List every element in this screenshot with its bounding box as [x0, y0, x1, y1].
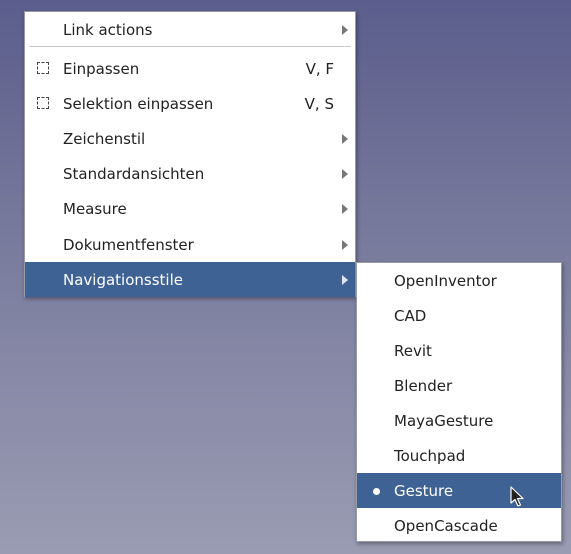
- submenu-item-mayagesture[interactable]: MayaGesture: [357, 403, 561, 438]
- submenu-item-label: OpenCascade: [394, 516, 498, 535]
- submenu-item-opencascade[interactable]: OpenCascade: [357, 508, 561, 543]
- submenu-arrow-icon: [342, 203, 348, 214]
- submenu-item-label: Touchpad: [394, 446, 466, 465]
- menu-item-label: Zeichenstil: [63, 129, 146, 148]
- menu-item-zeichenstil[interactable]: Zeichenstil: [25, 121, 355, 156]
- submenu-arrow-icon: [342, 239, 348, 250]
- menu-item-measure[interactable]: Measure: [25, 191, 355, 226]
- submenu-arrow-icon: [342, 133, 348, 144]
- submenu-item-touchpad[interactable]: Touchpad: [357, 438, 561, 473]
- submenu-item-label: OpenInventor: [394, 271, 497, 290]
- menu-item-navigationsstile[interactable]: Navigationsstile: [25, 262, 355, 297]
- submenu-item-label: CAD: [394, 306, 427, 325]
- submenu-item-blender[interactable]: Blender: [357, 368, 561, 403]
- submenu-item-revit[interactable]: Revit: [357, 333, 561, 368]
- navigation-style-submenu: OpenInventor CAD Revit Blender MayaGestu…: [356, 262, 562, 542]
- submenu-item-label: Gesture: [394, 481, 454, 500]
- menu-item-label: Navigationsstile: [63, 270, 183, 289]
- submenu-item-cad[interactable]: CAD: [357, 298, 561, 333]
- menu-item-label: Standardansichten: [63, 164, 205, 183]
- menu-item-label: Dokumentfenster: [63, 235, 194, 254]
- radio-selected-icon: [373, 487, 380, 495]
- menu-separator: [29, 46, 351, 47]
- menu-item-shortcut: V, S: [304, 94, 334, 113]
- submenu-item-openinventor[interactable]: OpenInventor: [357, 263, 561, 298]
- mouse-pointer-icon: [510, 486, 524, 507]
- menu-item-shortcut: V, F: [305, 59, 334, 78]
- submenu-arrow-icon: [342, 274, 348, 285]
- menu-item-link-actions[interactable]: Link actions: [25, 12, 355, 47]
- submenu-item-label: Revit: [394, 341, 432, 360]
- submenu-item-gesture[interactable]: Gesture: [357, 473, 561, 508]
- fit-all-icon: [37, 61, 49, 74]
- menu-item-label: Measure: [63, 199, 127, 218]
- menu-item-einpassen[interactable]: Einpassen V, F: [25, 51, 355, 86]
- menu-item-selektion-einpassen[interactable]: Selektion einpassen V, S: [25, 86, 355, 121]
- menu-item-dokumentfenster[interactable]: Dokumentfenster: [25, 227, 355, 262]
- submenu-arrow-icon: [342, 24, 348, 35]
- submenu-item-label: Blender: [394, 376, 453, 395]
- fit-selection-icon: [37, 96, 49, 109]
- submenu-arrow-icon: [342, 168, 348, 179]
- submenu-item-label: MayaGesture: [394, 411, 494, 430]
- menu-item-label: Selektion einpassen: [63, 94, 214, 113]
- menu-item-label: Einpassen: [63, 59, 140, 78]
- context-menu: Link actions Einpassen V, F Selektion ei…: [24, 11, 356, 297]
- menu-item-label: Link actions: [63, 20, 153, 39]
- menu-item-standardansichten[interactable]: Standardansichten: [25, 156, 355, 191]
